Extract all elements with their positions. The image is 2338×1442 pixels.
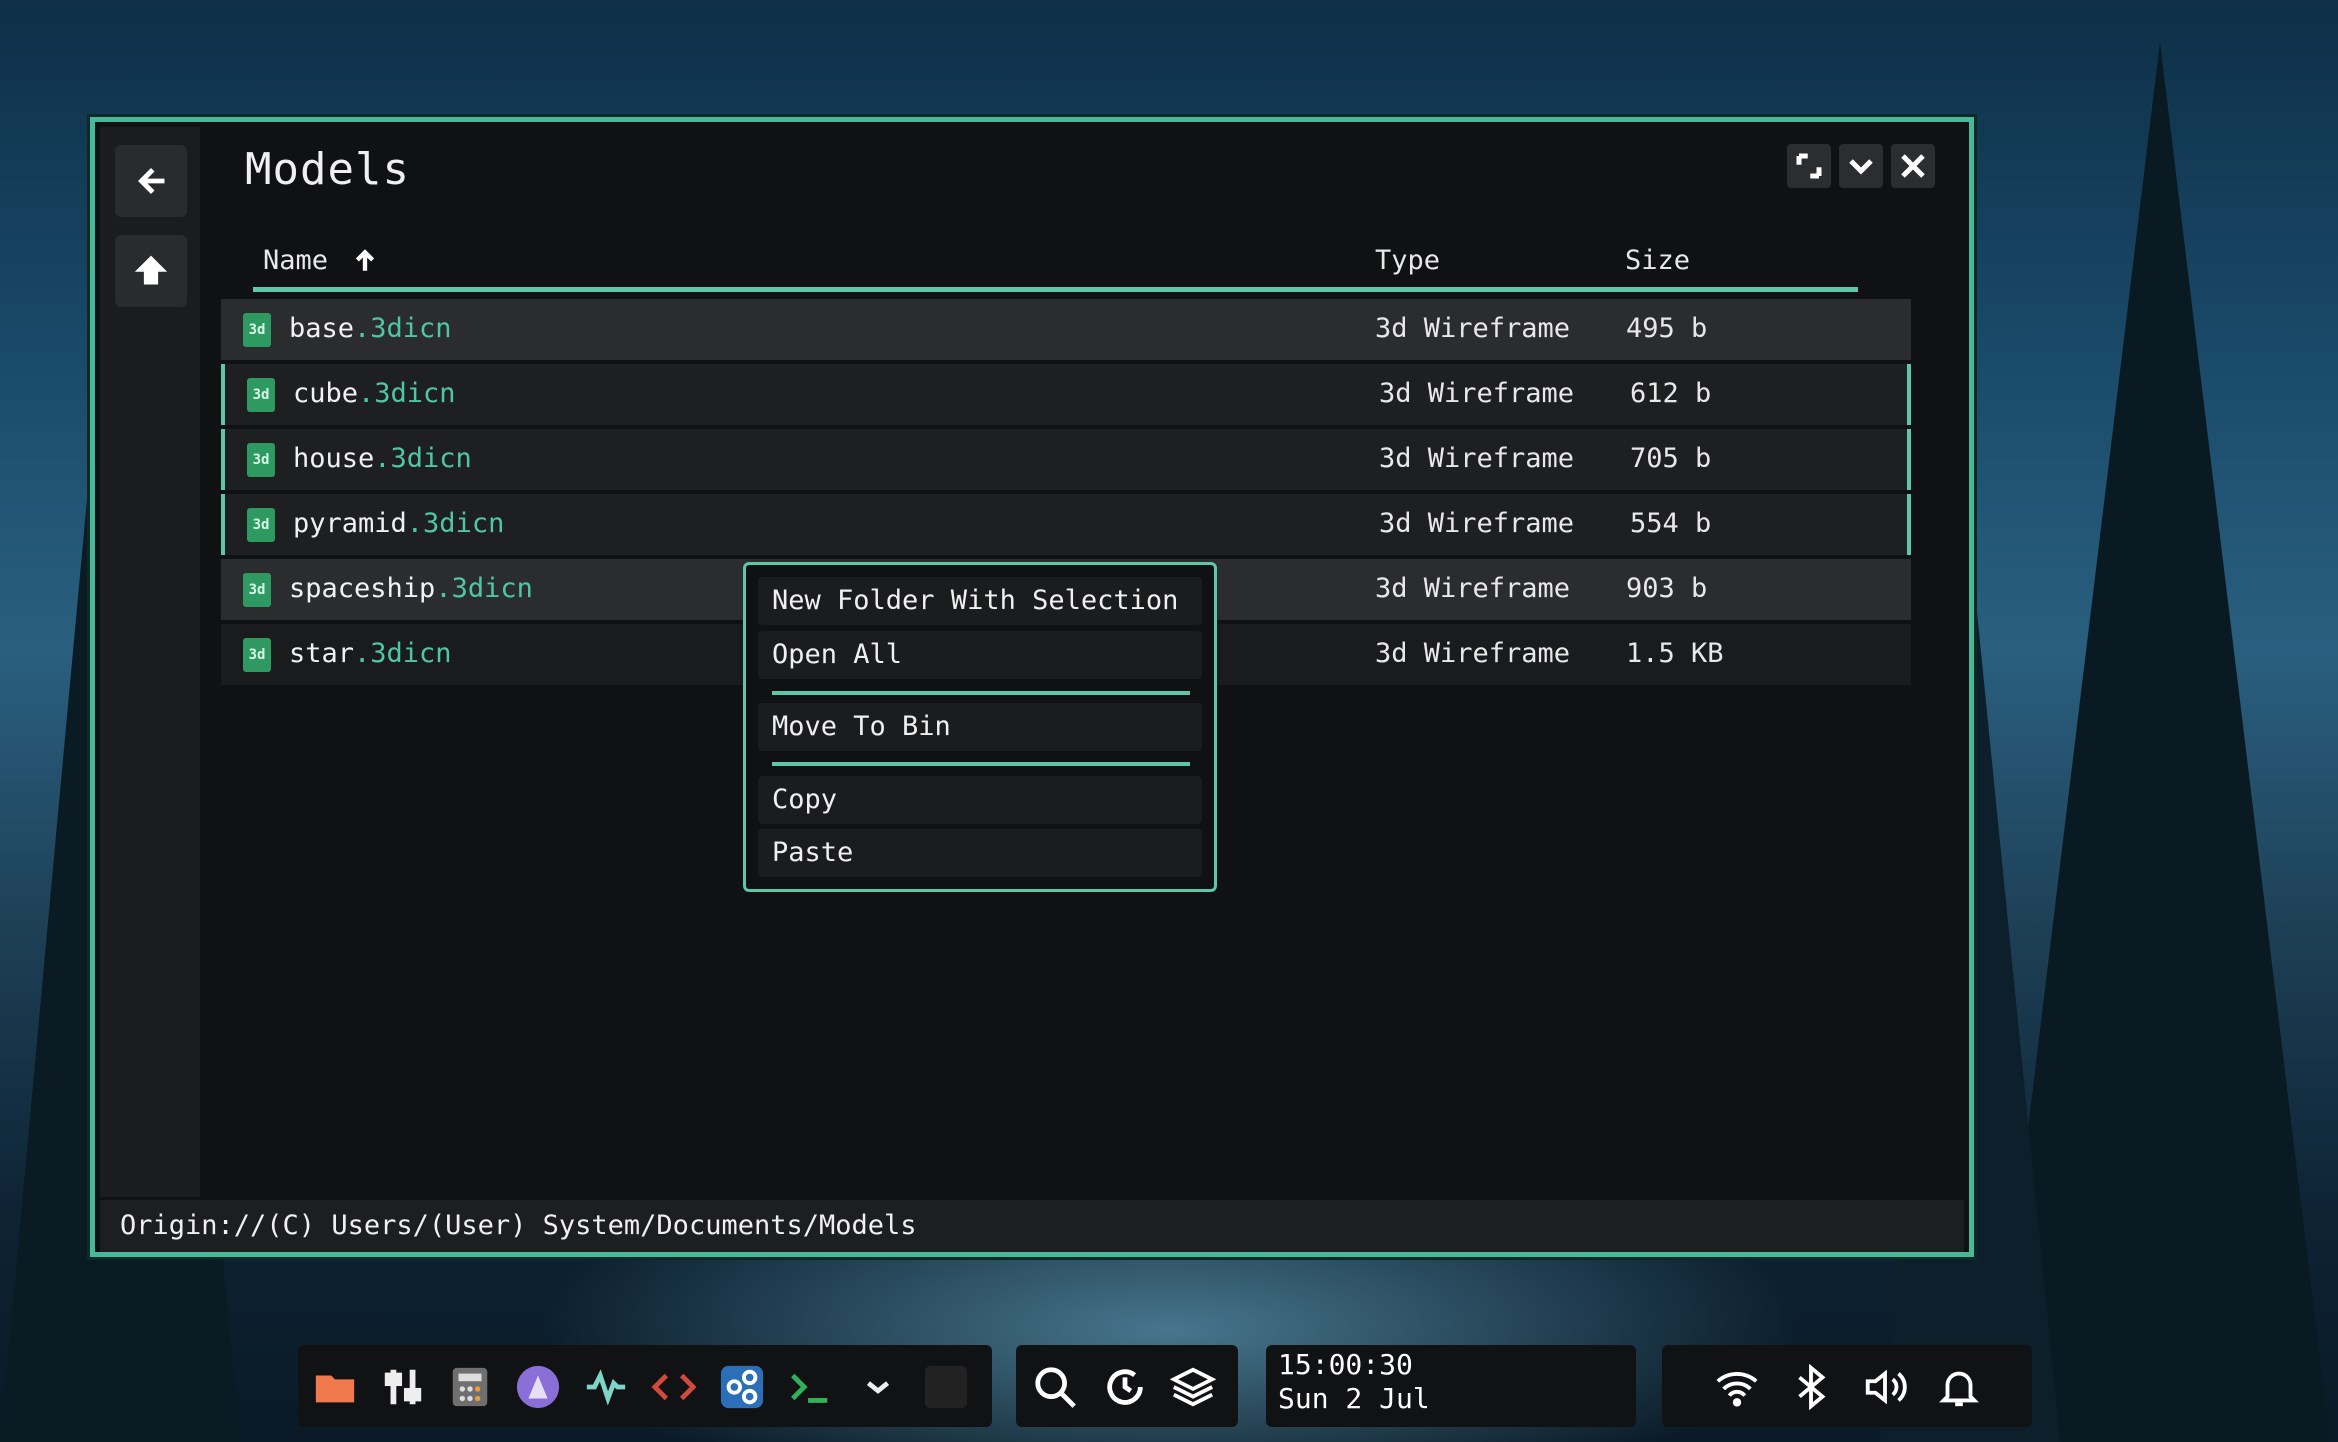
menu-separator	[772, 691, 1190, 695]
maximize-button[interactable]	[1787, 144, 1831, 188]
3d-file-icon: 3d	[243, 313, 271, 347]
file-size: 1.5 KB	[1626, 638, 1724, 669]
clock-date: Sun 2 Jul	[1278, 1382, 1430, 1415]
refresh-icon[interactable]	[1100, 1362, 1150, 1412]
code-icon[interactable]	[649, 1362, 699, 1412]
file-name: base.3dicn	[289, 313, 452, 344]
3d-file-icon: 3d	[247, 378, 275, 412]
resize-icon	[1796, 153, 1822, 179]
folder-icon[interactable]	[310, 1362, 360, 1412]
layers-icon[interactable]	[1168, 1362, 1218, 1412]
clock: 15:00:30 Sun 2 Jul	[1278, 1348, 1430, 1416]
calculator-icon[interactable]	[445, 1362, 495, 1412]
file-row[interactable]: 3d pyramid.3dicn 3d Wireframe 554 b	[221, 494, 1911, 555]
file-type: 3d Wireframe	[1379, 443, 1575, 474]
menu-item-move-to-bin[interactable]: Move To Bin	[758, 703, 1202, 751]
close-button[interactable]	[1891, 144, 1935, 188]
taskbar-apps	[298, 1345, 992, 1427]
file-name: pyramid.3dicn	[293, 508, 505, 539]
file-name: spaceship.3dicn	[289, 573, 533, 604]
nodes-icon[interactable]	[717, 1362, 767, 1412]
name-column-header[interactable]: Name	[263, 245, 378, 276]
3d-file-icon: 3d	[243, 573, 271, 607]
wifi-icon[interactable]	[1712, 1362, 1762, 1412]
file-manager-window: Models Name Type Size 3d base.3dicn 3d W…	[90, 117, 1974, 1257]
column-header: Name Type Size	[253, 237, 1858, 292]
menu-item-copy[interactable]: Copy	[758, 776, 1202, 824]
up-button[interactable]	[115, 235, 187, 307]
chevron-icon[interactable]	[853, 1362, 903, 1412]
file-row[interactable]: 3d base.3dicn 3d Wireframe 495 b	[221, 299, 1911, 360]
file-name: star.3dicn	[289, 638, 452, 669]
activity-icon[interactable]	[581, 1362, 631, 1412]
window-controls	[1787, 144, 1935, 188]
file-size: 903 b	[1626, 573, 1708, 604]
path-status-bar: Origin://(C) Users/(User) System/Documen…	[100, 1200, 1964, 1252]
arrow-left-icon	[138, 168, 165, 194]
clock-time: 15:00:30	[1278, 1348, 1413, 1381]
context-menu: New Folder With Selection Open All Move …	[743, 562, 1217, 892]
menu-separator	[772, 762, 1190, 766]
close-icon	[1901, 154, 1925, 178]
back-button[interactable]	[115, 145, 187, 217]
file-size: 554 b	[1630, 508, 1712, 539]
bluetooth-icon[interactable]	[1786, 1362, 1836, 1412]
minimize-button[interactable]	[1839, 144, 1883, 188]
3d-file-icon: 3d	[247, 443, 275, 477]
name-column-label: Name	[263, 245, 329, 276]
left-toolbar	[100, 127, 200, 1197]
window-title: Models	[245, 144, 410, 195]
file-type: 3d Wireframe	[1375, 313, 1571, 344]
3d-file-icon: 3d	[247, 508, 275, 542]
type-column-header[interactable]: Type	[1375, 245, 1440, 276]
ghost-icon[interactable]	[513, 1362, 563, 1412]
system-tray	[1662, 1345, 2032, 1427]
file-type: 3d Wireframe	[1379, 508, 1575, 539]
file-type: 3d Wireframe	[1375, 638, 1571, 669]
file-row[interactable]: 3d cube.3dicn 3d Wireframe 612 b	[221, 364, 1911, 425]
chevron-down-icon	[1849, 159, 1873, 175]
blank-app[interactable]	[921, 1362, 971, 1412]
up-arrow-icon	[134, 255, 168, 285]
bell-icon[interactable]	[1934, 1362, 1984, 1412]
search-icon[interactable]	[1030, 1362, 1080, 1412]
3d-file-icon: 3d	[243, 638, 271, 672]
taskbar-tools	[1016, 1345, 1238, 1427]
file-name: house.3dicn	[293, 443, 472, 474]
menu-item-new-folder[interactable]: New Folder With Selection	[758, 577, 1202, 625]
terminal-icon[interactable]	[785, 1362, 835, 1412]
mixer-icon[interactable]	[378, 1362, 428, 1412]
volume-icon[interactable]	[1860, 1362, 1910, 1412]
file-name: cube.3dicn	[293, 378, 456, 409]
file-type: 3d Wireframe	[1375, 573, 1571, 604]
file-type: 3d Wireframe	[1379, 378, 1575, 409]
size-column-header[interactable]: Size	[1625, 245, 1690, 276]
file-size: 612 b	[1630, 378, 1712, 409]
sort-ascending-icon	[355, 248, 375, 271]
menu-item-open-all[interactable]: Open All	[758, 631, 1202, 679]
file-size: 705 b	[1630, 443, 1712, 474]
file-row[interactable]: 3d house.3dicn 3d Wireframe 705 b	[221, 429, 1911, 490]
file-size: 495 b	[1626, 313, 1708, 344]
menu-item-paste[interactable]: Paste	[758, 829, 1202, 877]
